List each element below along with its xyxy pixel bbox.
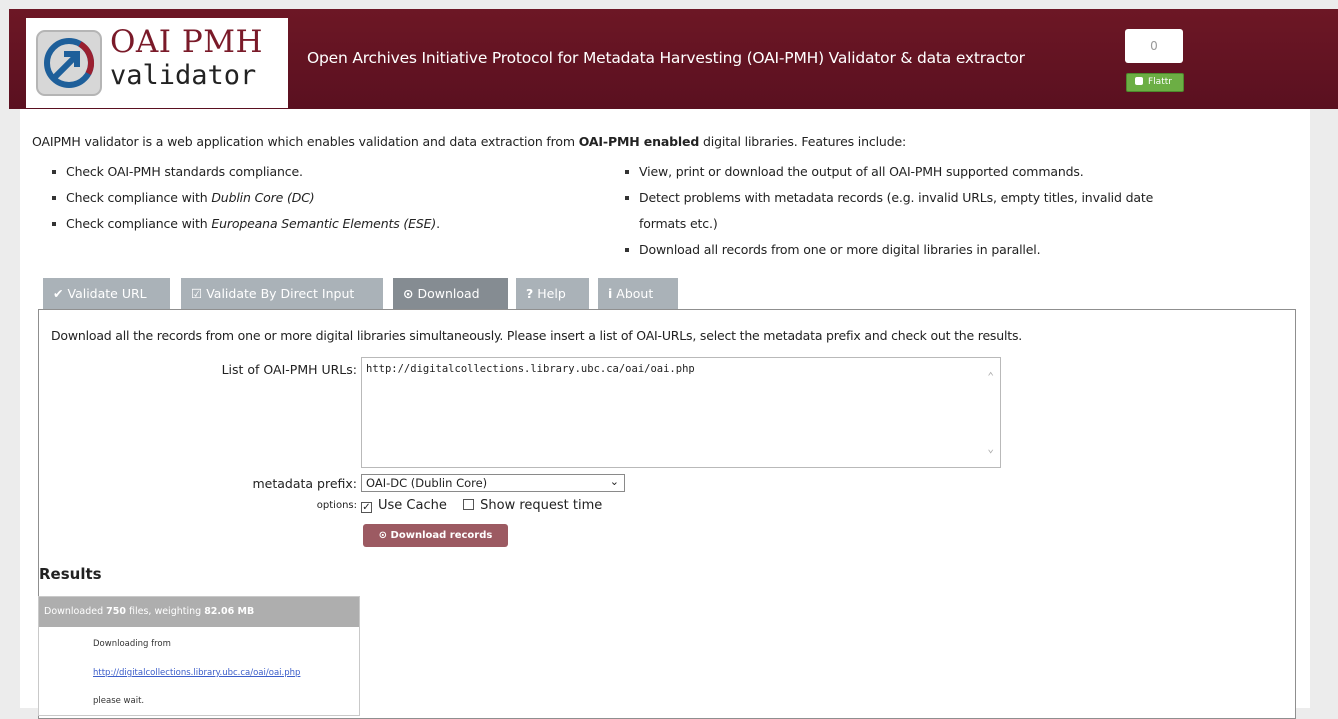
urls-label: List of OAI-PMH URLs: <box>221 362 357 377</box>
flattr-icon <box>1135 77 1143 85</box>
chevron-down-icon: ⌄ <box>609 475 619 488</box>
intro-bold: OAI-PMH enabled <box>578 134 700 149</box>
scroll-down-icon[interactable]: ⌄ <box>987 442 994 455</box>
tab-label: Help <box>537 286 566 301</box>
intro-after: digital libraries. Features include: <box>699 134 907 149</box>
tab-label: Validate By Direct Input <box>206 286 355 301</box>
show-request-time-label: Show request time <box>480 498 603 513</box>
show-request-time-checkbox[interactable] <box>463 499 475 510</box>
summary-prefix: Downloaded <box>44 606 107 617</box>
tab-about[interactable]: i About <box>598 278 678 309</box>
feature-text: Check compliance with <box>66 216 212 231</box>
metadata-prefix-select[interactable]: OAI-DC (Dublin Core) ⌄ <box>361 474 625 492</box>
results-source-link[interactable]: http://digitalcollections.library.ubc.ca… <box>93 668 300 678</box>
results-summary: Downloaded 750 files, weighting 82.06 MB <box>39 597 359 627</box>
feature-text: Check OAI-PMH standards compliance. <box>66 164 303 179</box>
site-logo[interactable]: OAI PMH validator <box>26 18 288 108</box>
feature-item: Detect problems with metadata records (e… <box>610 185 1170 237</box>
page-title: Open Archives Initiative Protocol for Me… <box>307 49 1025 67</box>
feature-suffix: . <box>436 216 440 231</box>
panel-description: Download all the records from one or mor… <box>51 328 1023 343</box>
checkbox-icon: ☑ <box>191 286 203 301</box>
results-status: Downloading from <box>93 639 171 649</box>
prefix-value: OAI-DC (Dublin Core) <box>366 476 488 490</box>
feature-item: View, print or download the output of al… <box>610 159 1170 185</box>
flattr-counter: 0 <box>1125 29 1183 63</box>
logo-title: OAI PMH <box>110 24 264 60</box>
results-wait: please wait. <box>93 696 145 706</box>
intro-before: OAIPMH validator is a web application wh… <box>32 134 579 149</box>
tab-download[interactable]: ⊙ Download <box>393 278 508 309</box>
results-box: Downloaded 750 files, weighting 82.06 MB… <box>38 596 360 716</box>
tab-label: Validate URL <box>67 286 147 301</box>
tab-label: About <box>616 286 654 301</box>
urls-value: http://digitalcollections.library.ubc.ca… <box>366 363 695 375</box>
feature-emphasis: Dublin Core (DC) <box>211 190 315 205</box>
info-icon: i <box>608 286 613 301</box>
tab-validate-direct-input[interactable]: ☑ Validate By Direct Input <box>181 278 383 309</box>
use-cache-checkbox[interactable]: ✓ <box>361 502 372 513</box>
feature-list-left: Check OAI-PMH standards compliance. Chec… <box>37 159 440 237</box>
scroll-up-icon[interactable]: ⌃ <box>987 370 994 383</box>
tab-validate-url[interactable]: ✔ Validate URL <box>43 278 170 309</box>
feature-list-right: View, print or download the output of al… <box>610 159 1170 263</box>
download-panel: Download all the records from one or mor… <box>38 309 1296 719</box>
flattr-label: Flattr <box>1148 77 1172 87</box>
logo-subtitle: validator <box>110 60 257 91</box>
options-label: options: <box>316 500 357 511</box>
summary-middle: files, weighting <box>125 606 205 617</box>
download-icon: ⊙ <box>403 286 414 301</box>
feature-emphasis: Europeana Semantic Elements (ESE) <box>211 216 437 231</box>
download-size: 82.06 MB <box>204 606 255 617</box>
download-button-label: Download records <box>390 530 493 541</box>
feature-item: Check compliance with Dublin Core (DC) <box>37 185 440 211</box>
main-content: OAIPMH validator is a web application wh… <box>20 109 1310 719</box>
download-icon: ⊙ <box>378 530 391 541</box>
feature-item: Check compliance with Europeana Semantic… <box>37 211 440 237</box>
feature-item: Check OAI-PMH standards compliance. <box>37 159 440 185</box>
feature-item: Download all records from one or more di… <box>610 237 1170 263</box>
oai-logo-icon <box>36 30 102 96</box>
download-records-button[interactable]: ⊙ Download records <box>363 524 508 547</box>
options-group: ✓ Use Cache Show request time <box>361 498 602 513</box>
files-count: 750 <box>106 606 126 617</box>
tab-label: Download <box>417 286 480 301</box>
tab-help[interactable]: ? Help <box>516 278 589 309</box>
check-icon: ✔ <box>53 286 64 301</box>
results-title: Results <box>39 565 102 583</box>
help-icon: ? <box>526 286 534 301</box>
site-header: OAI PMH validator Open Archives Initiati… <box>9 9 1338 109</box>
prefix-label: metadata prefix: <box>252 476 357 491</box>
flattr-button[interactable]: Flattr <box>1126 73 1184 92</box>
oai-urls-textarea[interactable]: http://digitalcollections.library.ubc.ca… <box>361 357 1001 468</box>
intro-text: OAIPMH validator is a web application wh… <box>32 134 906 149</box>
use-cache-label: Use Cache <box>378 498 447 513</box>
feature-text: Check compliance with <box>66 190 212 205</box>
